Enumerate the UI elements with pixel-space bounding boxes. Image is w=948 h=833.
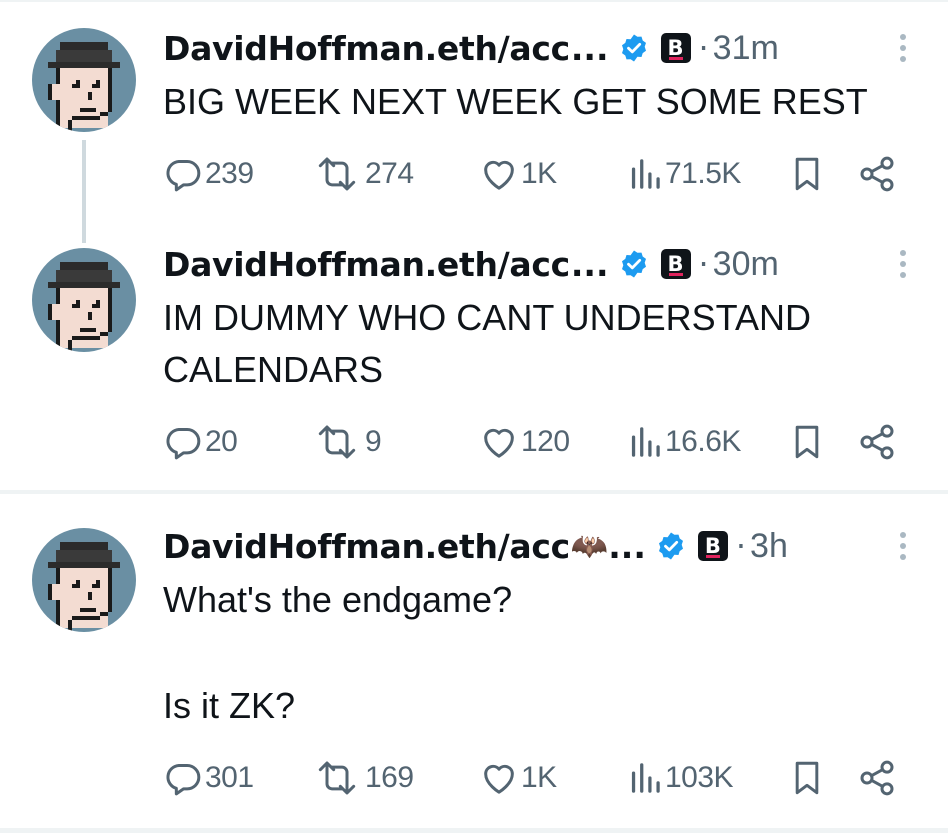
more-options-icon[interactable]	[898, 250, 908, 278]
like-button[interactable]: 120	[479, 420, 570, 464]
repost-icon	[318, 425, 356, 459]
author-emoji: 🦇	[570, 528, 609, 564]
more-options-icon[interactable]	[898, 532, 908, 560]
affiliate-badge[interactable]: B	[697, 531, 728, 561]
repost-count: 274	[365, 157, 414, 190]
separator-dot: ·	[698, 29, 709, 67]
reply-button[interactable]: 301	[163, 756, 254, 800]
action-bar: 20 9 120 16.6K	[163, 420, 903, 464]
like-button[interactable]: 1K	[479, 756, 557, 800]
top-border	[0, 0, 948, 2]
repost-button[interactable]: 274	[311, 152, 414, 196]
author-name[interactable]: DavidHoffman.eth/acc	[163, 29, 570, 68]
share-icon	[860, 156, 894, 192]
thread-connector-line	[82, 140, 86, 243]
action-bar: 301 169 1K 103K	[163, 756, 903, 800]
views-button[interactable]: 103K	[627, 756, 734, 800]
heart-icon	[484, 160, 514, 190]
tweet-text: BIG WEEK NEXT WEEK GET SOME REST	[163, 76, 903, 128]
repost-icon	[318, 761, 356, 795]
repost-button[interactable]: 169	[311, 756, 414, 800]
repost-icon	[318, 157, 356, 191]
bookmark-icon	[795, 761, 819, 795]
tweet-text: What's the endgame? Is it ZK?	[163, 574, 903, 732]
share-button[interactable]	[857, 152, 897, 196]
affiliate-badge[interactable]: B	[660, 33, 691, 63]
timestamp[interactable]: 3h	[750, 527, 788, 566]
affiliate-badge[interactable]: B	[660, 249, 691, 279]
like-count: 1K	[521, 761, 557, 794]
reply-button[interactable]: 20	[163, 420, 238, 464]
separator-dot: ·	[735, 527, 747, 565]
bookmark-button[interactable]	[789, 756, 825, 800]
avatar[interactable]	[32, 528, 136, 632]
repost-count: 169	[365, 761, 414, 794]
author-name[interactable]: DavidHoffman.eth/acc	[163, 245, 570, 284]
repost-count: 9	[365, 425, 382, 458]
avatar[interactable]	[32, 28, 136, 132]
like-count: 1K	[521, 157, 557, 190]
views-icon	[631, 763, 660, 793]
reply-count: 239	[205, 157, 254, 190]
author-name-ellipsis: ...	[608, 526, 646, 566]
views-button[interactable]: 16.6K	[627, 420, 741, 464]
heart-icon	[484, 428, 514, 458]
share-icon	[860, 424, 894, 460]
share-icon	[860, 760, 894, 796]
author-name-ellipsis: ...	[570, 244, 609, 284]
reply-icon	[166, 764, 201, 796]
more-options-icon[interactable]	[898, 34, 908, 62]
reply-icon	[166, 428, 201, 460]
bookmark-icon	[795, 157, 819, 191]
tweet-header: DavidHoffman.eth/acc... B · 30m	[163, 240, 779, 288]
tweet-paragraph: IM DUMMY WHO CANT UNDERSTAND CALENDARS	[163, 297, 811, 390]
tweet-paragraph: What's the endgame?	[163, 579, 513, 620]
view-count: 71.5K	[665, 157, 741, 190]
tweet-divider	[0, 490, 948, 494]
tweet-header: DavidHoffman.eth/acc... B · 31m	[163, 24, 779, 72]
share-button[interactable]	[857, 756, 897, 800]
reply-button[interactable]: 239	[163, 152, 254, 196]
like-button[interactable]: 1K	[479, 152, 557, 196]
tweet-header: DavidHoffman.eth/acc 🦇... B · 3h	[163, 522, 788, 570]
author-name-ellipsis: ...	[570, 28, 609, 68]
view-count: 16.6K	[665, 425, 741, 458]
bottom-border	[0, 828, 948, 833]
repost-button[interactable]: 9	[311, 420, 382, 464]
heart-icon	[484, 764, 514, 794]
bookmark-icon	[795, 425, 819, 459]
reply-count: 301	[205, 761, 254, 794]
reply-count: 20	[205, 425, 238, 458]
like-count: 120	[521, 425, 570, 458]
action-bar: 239 274 1K 71.5K	[163, 152, 903, 196]
tweet-text: IM DUMMY WHO CANT UNDERSTAND CALENDARS	[163, 292, 883, 396]
share-button[interactable]	[857, 420, 897, 464]
timestamp[interactable]: 31m	[713, 29, 779, 68]
tweet-paragraph: Is it ZK?	[163, 685, 296, 726]
bookmark-button[interactable]	[789, 420, 825, 464]
view-count: 103K	[665, 761, 734, 794]
avatar[interactable]	[32, 248, 136, 352]
bookmark-button[interactable]	[789, 152, 825, 196]
views-button[interactable]: 71.5K	[627, 152, 741, 196]
verified-badge-icon[interactable]	[619, 249, 649, 279]
views-icon	[631, 159, 660, 189]
author-name[interactable]: DavidHoffman.eth/acc	[163, 527, 570, 566]
reply-icon	[166, 160, 201, 192]
verified-badge-icon[interactable]	[619, 33, 649, 63]
tweet-paragraph: BIG WEEK NEXT WEEK GET SOME REST	[163, 81, 868, 122]
verified-badge-icon[interactable]	[656, 531, 686, 561]
views-icon	[631, 427, 660, 457]
timestamp[interactable]: 30m	[713, 245, 779, 284]
separator-dot: ·	[698, 245, 709, 283]
